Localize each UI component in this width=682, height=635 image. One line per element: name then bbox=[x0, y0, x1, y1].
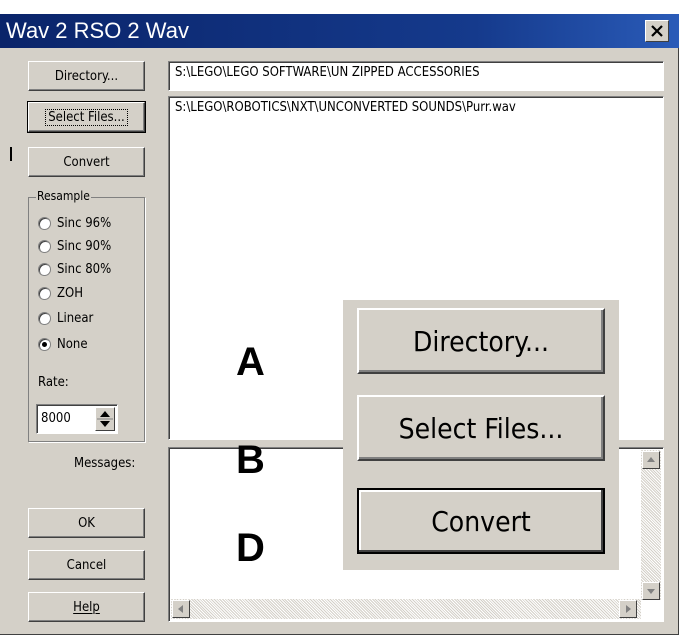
radio-button-icon bbox=[38, 286, 51, 300]
spin-arrows-icon bbox=[97, 411, 113, 427]
zoom-inset: Directory... Select Files... Convert bbox=[343, 300, 619, 570]
margin-mark bbox=[10, 147, 12, 161]
arrow-down-icon bbox=[647, 589, 655, 594]
rate-value: 8000 bbox=[41, 411, 71, 426]
radio-label: ZOH bbox=[57, 285, 84, 301]
convert-button[interactable]: Convert bbox=[28, 147, 145, 177]
file-list-item[interactable]: S:\LEGO\ROBOTICS\NXT\UNCONVERTED SOUNDS\… bbox=[175, 100, 516, 115]
select-files-button[interactable]: Select Files... bbox=[27, 101, 146, 133]
scroll-left-button[interactable] bbox=[172, 600, 190, 618]
radio-button-icon bbox=[38, 239, 51, 253]
radio-none[interactable]: None bbox=[38, 335, 88, 353]
cancel-button-label: Cancel bbox=[66, 557, 107, 573]
zoom-directory-button: Directory... bbox=[357, 308, 605, 374]
radio-sinc80[interactable]: Sinc 80% bbox=[38, 260, 111, 278]
radio-button-icon bbox=[38, 262, 51, 276]
radio-label: Linear bbox=[57, 310, 94, 326]
radio-linear[interactable]: Linear bbox=[38, 309, 93, 327]
directory-button-label: Directory... bbox=[54, 68, 119, 84]
marker-b: B bbox=[236, 438, 265, 482]
resample-legend: Resample bbox=[36, 189, 91, 203]
zoom-select-files-label: Select Files... bbox=[398, 411, 564, 445]
radio-sinc90[interactable]: Sinc 90% bbox=[38, 237, 111, 255]
radio-sinc96[interactable]: Sinc 96% bbox=[38, 214, 111, 232]
directory-button[interactable]: Directory... bbox=[28, 61, 145, 91]
rate-spinner[interactable]: 8000 bbox=[36, 404, 118, 434]
title-bar: Wav 2 RSO 2 Wav bbox=[0, 14, 679, 48]
ok-button-label: OK bbox=[78, 515, 95, 531]
messages-label: Messages: bbox=[74, 456, 136, 471]
arrow-right-icon bbox=[626, 605, 631, 613]
zoom-convert-label: Convert bbox=[431, 504, 531, 538]
scroll-down-button[interactable] bbox=[642, 582, 660, 600]
radio-zoh[interactable]: ZOH bbox=[38, 284, 83, 302]
convert-button-label: Convert bbox=[63, 154, 110, 170]
messages-horizontal-scrollbar[interactable] bbox=[171, 599, 641, 619]
zoom-convert-button: Convert bbox=[357, 488, 605, 554]
marker-a: A bbox=[236, 340, 265, 384]
cancel-button[interactable]: Cancel bbox=[28, 550, 145, 580]
marker-d: D bbox=[236, 526, 265, 570]
help-button[interactable]: Help bbox=[28, 592, 145, 622]
messages-vertical-scrollbar[interactable] bbox=[641, 450, 661, 600]
radio-label: Sinc 96% bbox=[57, 215, 112, 231]
radio-label: Sinc 80% bbox=[57, 261, 112, 277]
zoom-select-files-button: Select Files... bbox=[357, 395, 605, 461]
radio-button-icon bbox=[38, 216, 51, 230]
close-button[interactable] bbox=[645, 20, 669, 42]
ok-button[interactable]: OK bbox=[28, 508, 145, 538]
arrow-up-icon bbox=[647, 457, 655, 462]
scroll-up-button[interactable] bbox=[642, 451, 660, 469]
radio-label: Sinc 90% bbox=[57, 238, 112, 254]
arrow-left-icon bbox=[178, 605, 183, 613]
radio-button-icon bbox=[38, 311, 51, 325]
scroll-right-button[interactable] bbox=[619, 600, 637, 618]
rate-label: Rate: bbox=[38, 375, 69, 390]
directory-path-text: S:\LEGO\LEGO SOFTWARE\UN ZIPPED ACCESSOR… bbox=[175, 65, 480, 80]
window-title: Wav 2 RSO 2 Wav bbox=[6, 18, 189, 43]
directory-path-field[interactable]: S:\LEGO\LEGO SOFTWARE\UN ZIPPED ACCESSOR… bbox=[168, 61, 664, 91]
close-icon bbox=[651, 25, 663, 37]
select-files-button-label: Select Files... bbox=[45, 108, 128, 126]
rate-spin-buttons[interactable] bbox=[95, 407, 115, 431]
radio-button-selected-icon bbox=[38, 337, 51, 351]
help-button-label: Help bbox=[73, 599, 100, 615]
radio-label: None bbox=[57, 336, 88, 352]
zoom-directory-label: Directory... bbox=[412, 324, 550, 358]
